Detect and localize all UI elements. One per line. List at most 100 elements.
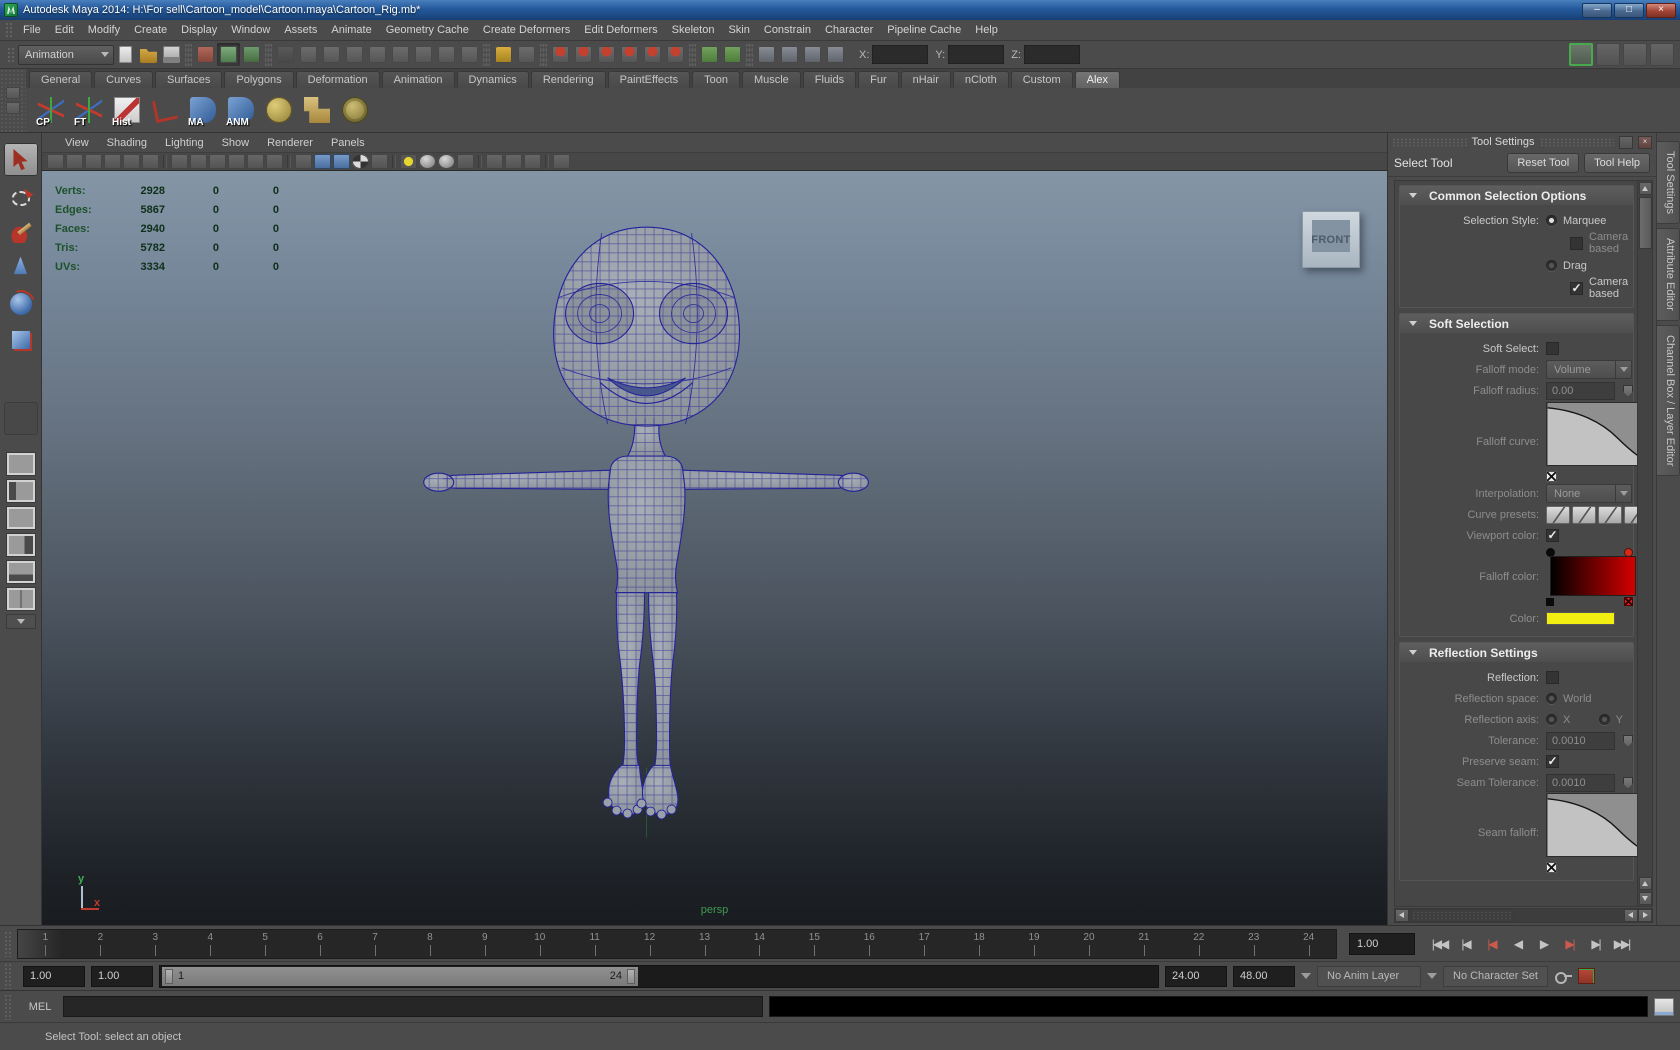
shelf-item-boxes[interactable]	[300, 92, 334, 128]
shelf-item-hist[interactable]: Hist	[110, 92, 144, 128]
scroll-left-button[interactable]	[1624, 909, 1638, 922]
playback-end-field[interactable]	[1165, 965, 1227, 987]
ipr-render-button[interactable]	[801, 43, 824, 66]
anim-layer-dropdown-icon[interactable]	[1301, 973, 1311, 979]
menu-create[interactable]: Create	[127, 21, 174, 39]
falloff-mode-dropdown[interactable]: Volume	[1546, 360, 1632, 379]
select-deformations-button[interactable]	[389, 43, 412, 66]
menu-skeleton[interactable]: Skeleton	[665, 21, 722, 39]
sidebar-tab-channel-box-layer-editor[interactable]: Channel Box / Layer Editor	[1657, 324, 1680, 477]
interpolation-dropdown[interactable]: None	[1546, 484, 1632, 503]
status-group-separator[interactable]	[265, 43, 272, 66]
panel-drag-handle[interactable]	[1392, 137, 1467, 147]
panel-float-button[interactable]	[1619, 135, 1634, 149]
layout-outliner-persp-button[interactable]	[5, 452, 36, 476]
section-header[interactable]: Common Selection Options	[1400, 186, 1633, 205]
viewport-color-checkbox[interactable]: ✓	[1546, 529, 1559, 542]
color-swatch[interactable]	[1546, 612, 1615, 625]
frame-22[interactable]: 22	[1171, 930, 1226, 958]
viewport-menu-renderer[interactable]: Renderer	[258, 135, 322, 151]
go-to-start-button[interactable]: |◀◀	[1427, 933, 1452, 955]
film-gate-button[interactable]	[171, 154, 188, 169]
status-group-separator[interactable]	[540, 43, 547, 66]
frame-4[interactable]: 4	[183, 930, 238, 958]
vertical-scrollbar[interactable]	[1637, 181, 1652, 906]
scroll-down-button[interactable]	[1638, 892, 1652, 905]
menu-modify[interactable]: Modify	[81, 21, 127, 39]
scroll-up-button[interactable]	[1638, 182, 1652, 195]
field-chart-button[interactable]	[228, 154, 245, 169]
menu-assets[interactable]: Assets	[277, 21, 324, 39]
shelf-tab-curves[interactable]: Curves	[94, 71, 153, 88]
plugin-shelf-button[interactable]	[553, 154, 570, 169]
frame-ruler[interactable]: 1 2 3 4 5 6 7 8 9 10 11 12 13 14 15 16 17 18 19 20 21 22 23 24	[17, 928, 1337, 959]
character-set-selector[interactable]: No Character Set	[1443, 965, 1548, 987]
last-tool-slot[interactable]	[3, 402, 38, 435]
frame-9[interactable]: 9	[457, 930, 512, 958]
frame-14[interactable]: 14	[732, 930, 787, 958]
close-button[interactable]: ×	[1646, 2, 1676, 18]
sidebar-tab-tool-settings[interactable]: Tool Settings	[1657, 141, 1680, 224]
panel-close-button[interactable]: ×	[1638, 135, 1653, 149]
reflection-checkbox[interactable]	[1546, 671, 1559, 684]
toggle-modeling-toolkit-button[interactable]	[1650, 43, 1674, 66]
paint-select-tool-button[interactable]	[4, 215, 38, 248]
select-by-hierarchy-button[interactable]	[194, 43, 217, 66]
character-set-dropdown-icon[interactable]	[1427, 973, 1437, 979]
isolate-select-button[interactable]	[486, 154, 503, 169]
move-tool-button[interactable]	[4, 251, 38, 284]
shelf-menu-button[interactable]	[6, 87, 20, 99]
shelf-item-anm[interactable]: ANM	[224, 92, 258, 128]
snap-to-view-planes-button[interactable]	[641, 43, 664, 66]
lighting-default-button[interactable]	[400, 154, 417, 169]
scale-tool-button[interactable]	[4, 323, 38, 356]
select-surfaces-button[interactable]	[366, 43, 389, 66]
render-current-frame-button[interactable]	[778, 43, 801, 66]
lasso-tool-button[interactable]	[4, 179, 38, 212]
shelf-tab-painteffects[interactable]: PaintEffects	[607, 71, 691, 88]
lighting-all-button[interactable]	[419, 154, 436, 169]
falloff-curve-widget[interactable]	[1546, 402, 1637, 466]
menu-file[interactable]: File	[16, 21, 48, 39]
menu-help[interactable]: Help	[968, 21, 1005, 39]
shelf-tab-rendering[interactable]: Rendering	[530, 71, 606, 88]
character-model[interactable]	[42, 171, 1387, 925]
step-back-frame-button[interactable]: |◀	[1453, 933, 1478, 955]
viewport-menu-shading[interactable]: Shading	[98, 135, 156, 151]
safe-title-button[interactable]	[266, 154, 283, 169]
xray-mode-button[interactable]	[505, 154, 522, 169]
rotate-tool-button[interactable]	[4, 287, 38, 320]
menu-set-dropdown[interactable]: Animation	[18, 44, 114, 65]
shelf-tab-surfaces[interactable]: Surfaces	[154, 71, 223, 88]
scroll-right-button[interactable]	[1638, 909, 1652, 922]
menu-pipeline-cache[interactable]: Pipeline Cache	[880, 21, 968, 39]
time-slider-grip[interactable]	[4, 930, 13, 957]
select-tool-button[interactable]	[3, 143, 38, 176]
shelf-tab-general[interactable]: General	[29, 71, 93, 88]
curve-preset-button[interactable]	[1546, 505, 1570, 524]
viewport-menu-lighting[interactable]: Lighting	[156, 135, 213, 151]
go-to-end-button[interactable]: ▶▶|	[1609, 933, 1634, 955]
menu-edit-deformers[interactable]: Edit Deformers	[577, 21, 664, 39]
menu-window[interactable]: Window	[224, 21, 277, 39]
frame-2[interactable]: 2	[73, 930, 128, 958]
safe-action-button[interactable]	[247, 154, 264, 169]
ramp-gradient[interactable]	[1550, 556, 1636, 596]
select-rendering-button[interactable]	[435, 43, 458, 66]
camera-based-checkbox-2[interactable]: ✓	[1570, 281, 1583, 295]
frame-21[interactable]: 21	[1116, 930, 1171, 958]
snap-to-projected-center-button[interactable]	[618, 43, 641, 66]
menu-display[interactable]: Display	[174, 21, 224, 39]
slider-thumb[interactable]	[1623, 384, 1633, 397]
tool-settings-header[interactable]: Tool Settings ×	[1388, 133, 1656, 151]
step-forward-frame-button[interactable]: ▶|	[1583, 933, 1608, 955]
resolution-gate-button[interactable]	[190, 154, 207, 169]
panel-drag-handle[interactable]	[1539, 137, 1615, 147]
status-group-separator[interactable]	[746, 43, 753, 66]
tool-help-button[interactable]: Tool Help	[1584, 152, 1650, 173]
status-group-separator[interactable]	[483, 43, 490, 66]
bookmarks-button[interactable]	[85, 154, 102, 169]
menu-animate[interactable]: Animate	[324, 21, 378, 39]
range-end-handle[interactable]	[627, 968, 635, 984]
menu-edit[interactable]: Edit	[48, 21, 81, 39]
